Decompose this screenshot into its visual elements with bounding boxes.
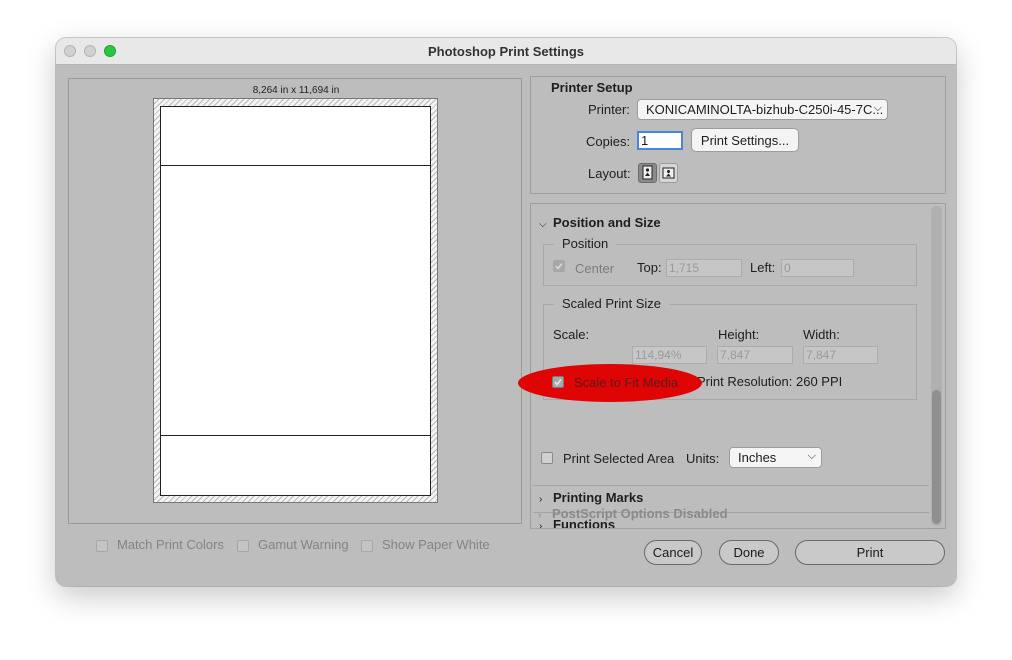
done-button[interactable]: Done [719, 540, 779, 565]
window-title: Photoshop Print Settings [428, 44, 584, 59]
printer-select[interactable]: KONICAMINOLTA-bizhub-C250i-45-7C... ⌵ [637, 99, 888, 120]
printer-setup-panel: Printer Setup Printer: KONICAMINOLTA-biz… [530, 76, 946, 194]
print-button[interactable]: Print [795, 540, 945, 565]
position-group-title: Position [554, 236, 617, 251]
print-selected-area-checkbox[interactable] [541, 452, 553, 464]
print-selected-area-label: Print Selected Area [563, 451, 675, 466]
position-group: Position Center Top: 1,715 Left: 0 [543, 236, 917, 286]
left-field[interactable]: 0 [781, 259, 854, 277]
scaled-print-size-title: Scaled Print Size [554, 296, 669, 311]
portrait-layout-icon [642, 165, 653, 180]
units-select-value: Inches [738, 450, 777, 465]
gamut-warning-checkbox[interactable] [237, 539, 249, 552]
printing-marks-header[interactable]: › Printing Marks [539, 490, 643, 505]
printer-select-value: KONICAMINOLTA-bizhub-C250i-45-7C... [646, 102, 884, 117]
print-resolution-text: Print Resolution: 260 PPI [697, 374, 843, 389]
center-label: Center [575, 261, 615, 276]
position-and-size-title: Position and Size [553, 215, 661, 230]
print-settings-button[interactable]: Print Settings... [691, 128, 799, 152]
gamut-warning-option[interactable]: Gamut Warning [237, 537, 349, 552]
scale-to-fit-checkbox[interactable] [552, 376, 564, 388]
top-field[interactable]: 1,715 [666, 259, 742, 277]
chevron-down-icon: ⌵ [807, 450, 816, 462]
printing-marks-title: Printing Marks [553, 490, 644, 505]
checkmark-icon [554, 379, 562, 386]
units-select[interactable]: Inches ⌵ [729, 447, 822, 468]
height-label: Height: [718, 327, 760, 342]
scale-to-fit-label: Scale to Fit Media [574, 375, 679, 390]
show-paper-white-option[interactable]: Show Paper White [361, 537, 490, 552]
chevron-right-icon: › [539, 494, 543, 505]
divider [532, 528, 928, 529]
landscape-layout-button[interactable] [659, 163, 678, 183]
cancel-button[interactable]: Cancel [644, 540, 702, 565]
match-print-colors-checkbox[interactable] [96, 539, 108, 552]
match-print-colors-option[interactable]: Match Print Colors [96, 537, 224, 552]
height-field[interactable]: 7,847 [717, 346, 793, 364]
copies-label: Copies: [586, 134, 631, 149]
divider [533, 485, 929, 486]
checkmark-icon [555, 263, 563, 270]
scale-field[interactable]: 114,94% [632, 346, 707, 364]
landscape-layout-icon [662, 167, 675, 179]
position-and-size-header[interactable]: ⌵ Position and Size [539, 215, 661, 230]
top-label: Top: [637, 260, 662, 275]
copies-input[interactable]: 1 [637, 131, 683, 150]
printer-label: Printer: [588, 102, 630, 117]
layout-label: Layout: [588, 166, 631, 181]
postscript-options-title: PostScript Options Disabled [552, 506, 728, 521]
title-bar: Photoshop Print Settings [56, 38, 956, 65]
width-field[interactable]: 7,847 [803, 346, 878, 364]
chevron-down-icon: ⌵ [539, 219, 547, 230]
chevron-right-icon: › [538, 510, 542, 521]
printable-area [160, 106, 431, 496]
chevron-down-icon: ⌵ [873, 102, 882, 114]
match-print-colors-label: Match Print Colors [117, 537, 224, 552]
postscript-options-header: › PostScript Options Disabled [538, 506, 728, 521]
scrollbar-track[interactable] [931, 206, 942, 526]
scrollbar-thumb[interactable] [932, 390, 941, 524]
center-checkbox[interactable] [553, 260, 565, 272]
image-placement-box[interactable] [160, 165, 431, 436]
show-paper-white-checkbox[interactable] [361, 539, 373, 552]
printer-setup-title: Printer Setup [551, 80, 633, 95]
units-label: Units: [686, 451, 720, 466]
paper-preview [153, 98, 438, 503]
print-preview-pane: 8,264 in x 11,694 in [68, 78, 522, 524]
portrait-layout-button[interactable] [638, 163, 657, 183]
print-settings-window: Photoshop Print Settings 8,264 in x 11,6… [56, 38, 956, 586]
scale-label: Scale: [553, 327, 590, 342]
show-paper-white-label: Show Paper White [382, 537, 490, 552]
document-dimensions: 8,264 in x 11,694 in [252, 85, 340, 96]
gamut-warning-label: Gamut Warning [258, 537, 349, 552]
width-label: Width: [803, 327, 840, 342]
left-label: Left: [750, 260, 776, 275]
